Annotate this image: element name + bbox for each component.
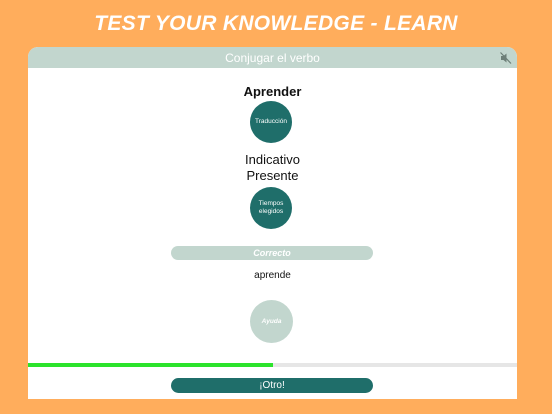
promo-banner-title: TEST YOUR KNOWLEDGE - LEARN	[94, 12, 458, 35]
speaker-muted-icon[interactable]	[499, 51, 513, 65]
mood-label: Indicativo	[245, 152, 300, 167]
result-label: Correcto	[253, 248, 291, 258]
verb-title: Aprender	[243, 84, 302, 99]
progress-bar	[28, 363, 517, 367]
result-bar: Correcto	[171, 246, 373, 260]
nav-bar: Conjugar el verbo	[28, 47, 517, 68]
next-verb-button[interactable]: ¡Otro!	[171, 378, 373, 393]
help-button-label: Ayuda	[261, 317, 282, 325]
help-button[interactable]: Ayuda	[250, 300, 293, 343]
progress-fill	[28, 363, 273, 367]
selected-tenses-button[interactable]: Tiempos elegidos	[250, 187, 292, 229]
next-verb-label: ¡Otro!	[259, 380, 285, 391]
tense-label: Presente	[246, 168, 299, 183]
quiz-card: Conjugar el verbo Aprender Traducción In…	[28, 47, 517, 399]
selected-tenses-label: Tiempos elegidos	[258, 200, 284, 215]
translation-button-label: Traducción	[255, 118, 287, 125]
translation-button[interactable]: Traducción	[250, 101, 292, 143]
answer-text: aprende	[254, 270, 291, 281]
nav-title: Conjugar el verbo	[225, 50, 320, 65]
